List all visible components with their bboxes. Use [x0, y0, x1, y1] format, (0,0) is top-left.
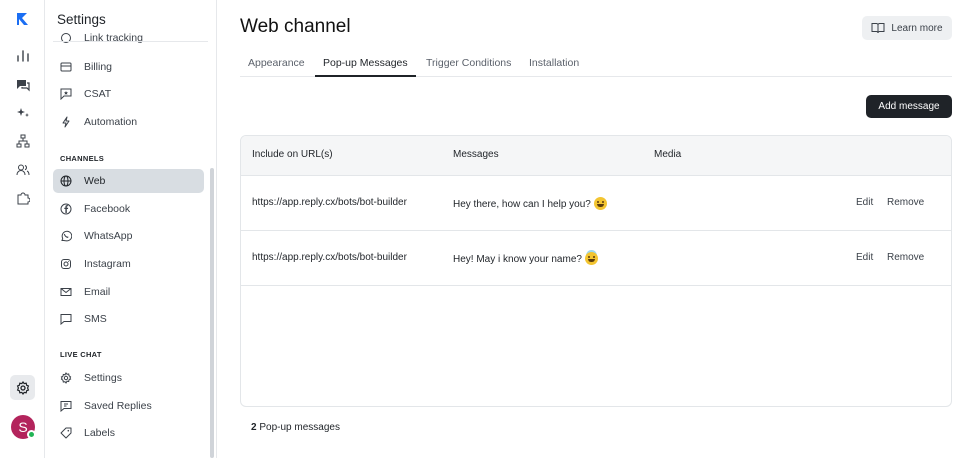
tab-installation[interactable]: Installation: [521, 55, 587, 77]
billing-icon: [60, 61, 72, 73]
sidebar-item-label: Facebook: [84, 203, 131, 215]
settings-sidebar: Settings Link tracking Billing CSAT Auto…: [45, 0, 217, 458]
integrations-icon[interactable]: [10, 185, 35, 210]
popup-count-label: Pop-up messages: [256, 422, 340, 433]
message-text: Hey! May i know your name?: [453, 254, 582, 265]
contacts-icon[interactable]: [10, 157, 35, 182]
tab-bar: Appearance Pop-up Messages Trigger Condi…: [240, 55, 952, 77]
remove-button[interactable]: Remove: [887, 252, 924, 263]
table-header: Include on URL(s) Messages Media: [241, 136, 951, 176]
instagram-icon: [60, 258, 72, 270]
live-chat-heading: LIVE CHAT: [60, 350, 102, 359]
sidebar-item-facebook[interactable]: Facebook: [53, 197, 204, 221]
sidebar-item-web[interactable]: Web: [53, 169, 204, 193]
message-cell: Hey there, how can I help you?: [453, 197, 607, 210]
sidebar-item-label: Labels: [84, 427, 115, 439]
table-row: https://app.reply.cx/bots/bot-builder He…: [241, 176, 951, 231]
bot-builder-icon[interactable]: [10, 128, 35, 153]
popup-messages-table: Include on URL(s) Messages Media https:/…: [240, 135, 952, 407]
sidebar-item-automation[interactable]: Automation: [53, 110, 204, 134]
label-icon: [60, 427, 72, 439]
add-message-button[interactable]: Add message: [866, 95, 952, 118]
sidebar-item-labels[interactable]: Labels: [53, 421, 204, 445]
sidebar-item-billing[interactable]: Billing: [53, 55, 204, 79]
tab-appearance[interactable]: Appearance: [240, 55, 313, 77]
sidebar-title: Settings: [57, 12, 106, 27]
message-text: Hey there, how can I help you?: [453, 199, 591, 210]
globe-icon: [60, 175, 72, 187]
tab-pop-up-messages[interactable]: Pop-up Messages: [315, 55, 416, 77]
sidebar-item-label: Email: [84, 286, 111, 298]
sidebar-item-saved-replies[interactable]: Saved Replies: [53, 394, 204, 418]
halo-face-emoji-icon: [584, 252, 598, 265]
page-title: Web channel: [240, 16, 351, 37]
column-header-url: Include on URL(s): [252, 149, 333, 160]
sidebar-item-label: Automation: [84, 116, 138, 128]
gear-icon: [60, 372, 72, 384]
sidebar-item-label: WhatsApp: [84, 230, 133, 242]
sidebar-item-label: Link tracking: [84, 32, 143, 44]
sidebar-item-label: Instagram: [84, 258, 131, 270]
saved-replies-icon: [60, 400, 72, 412]
csat-icon: [60, 88, 72, 100]
sidebar-item-label: Saved Replies: [84, 400, 152, 412]
url-cell: https://app.reply.cx/bots/bot-builder: [252, 197, 407, 208]
icon-rail: S: [0, 0, 45, 458]
message-cell: Hey! May i know your name?: [453, 252, 598, 265]
sidebar-item-email[interactable]: Email: [53, 280, 204, 304]
sidebar-item-instagram[interactable]: Instagram: [53, 252, 204, 276]
analytics-icon[interactable]: [10, 43, 35, 68]
lightning-icon: [60, 116, 72, 128]
tab-trigger-conditions[interactable]: Trigger Conditions: [418, 55, 519, 77]
online-status-dot: [27, 430, 36, 439]
edit-button[interactable]: Edit: [856, 197, 873, 208]
settings-gear-icon[interactable]: [10, 375, 35, 400]
sms-icon: [60, 313, 72, 325]
channels-heading: CHANNELS: [60, 154, 105, 163]
ai-sparkle-icon[interactable]: [10, 100, 35, 125]
table-row: https://app.reply.cx/bots/bot-builder He…: [241, 231, 951, 286]
edit-button[interactable]: Edit: [856, 252, 873, 263]
sidebar-item-label: Billing: [84, 61, 113, 73]
sidebar-item-label: Settings: [84, 372, 122, 384]
sidebar-item-csat[interactable]: CSAT: [53, 82, 204, 106]
sidebar-item-live-chat-settings[interactable]: Settings: [53, 366, 204, 390]
sidebar-item-whatsapp[interactable]: WhatsApp: [53, 224, 204, 248]
sidebar-item-label: SMS: [84, 313, 107, 325]
learn-more-button[interactable]: Learn more: [862, 16, 952, 40]
sidebar-divider: [53, 41, 208, 42]
column-header-media: Media: [654, 149, 682, 160]
sidebar-item-label: CSAT: [84, 88, 112, 100]
sidebar-item-sms[interactable]: SMS: [53, 307, 204, 331]
book-icon: [871, 22, 885, 34]
popup-count: 2 Pop-up messages: [251, 422, 340, 433]
conversations-icon[interactable]: [10, 72, 35, 97]
sidebar-scrollbar[interactable]: [210, 168, 214, 458]
url-cell: https://app.reply.cx/bots/bot-builder: [252, 252, 407, 263]
mail-icon: [60, 286, 72, 298]
sidebar-item-label: Web: [84, 175, 106, 187]
grinning-face-emoji-icon: [593, 197, 607, 210]
facebook-icon: [60, 203, 72, 215]
remove-button[interactable]: Remove: [887, 197, 924, 208]
link-icon: [60, 32, 72, 44]
learn-more-label: Learn more: [891, 22, 943, 34]
whatsapp-icon: [60, 230, 72, 242]
column-header-messages: Messages: [453, 149, 499, 160]
logo-icon[interactable]: [10, 6, 35, 31]
